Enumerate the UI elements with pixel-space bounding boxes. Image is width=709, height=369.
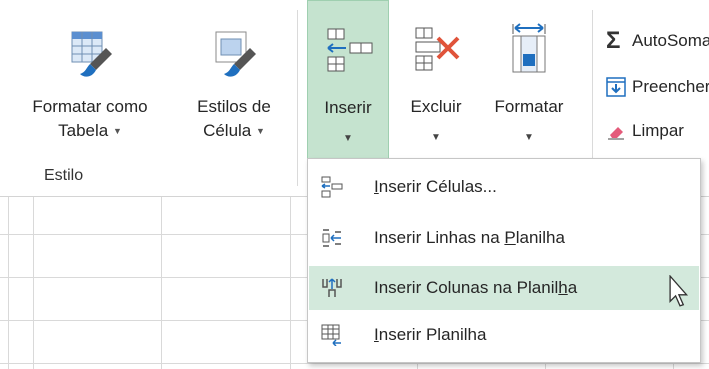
format-as-table-label-1: Formatar como bbox=[32, 97, 148, 116]
insert-label: Inserir bbox=[324, 98, 372, 117]
menu-item-insert-sheet[interactable]: Inserir Planilha bbox=[309, 313, 699, 357]
dropdown-caret-icon: ▼ bbox=[112, 126, 122, 137]
format-as-table-button[interactable]: Formatar como Tabela ▼ bbox=[6, 0, 174, 162]
delete-cells-icon bbox=[415, 27, 460, 71]
cell-styles-label-1: Estilos de bbox=[197, 97, 271, 116]
dropdown-caret-icon: ▼ bbox=[524, 132, 534, 143]
cell-styles-label-2: Célula ▼ bbox=[203, 121, 265, 140]
menu-item-insert-columns[interactable]: Inserir Colunas na Planilha bbox=[309, 266, 699, 310]
insert-button[interactable]: Inserir ▼ bbox=[307, 0, 389, 162]
dropdown-caret-icon: ▼ bbox=[343, 133, 353, 144]
insert-cells-icon bbox=[321, 176, 343, 198]
group-separator bbox=[297, 10, 298, 186]
insert-dropdown-menu: Inserir Células... Inserir Linhas na Pla… bbox=[307, 158, 701, 363]
clear-button[interactable]: Limpar bbox=[606, 117, 684, 145]
menu-item-label: Inserir Colunas na Planilha bbox=[374, 278, 578, 297]
mouse-cursor-icon bbox=[669, 275, 689, 307]
insert-rows-icon bbox=[322, 229, 341, 247]
format-cells-icon bbox=[512, 23, 546, 73]
insert-sheet-icon bbox=[321, 324, 341, 346]
menu-item-label: Inserir Planilha bbox=[374, 325, 487, 344]
delete-button[interactable]: Excluir ▼ bbox=[395, 0, 477, 162]
insert-cells-ribbon-icon bbox=[327, 28, 373, 72]
menu-item-insert-rows[interactable]: Inserir Linhas na Planilha bbox=[309, 216, 699, 260]
format-label: Formatar bbox=[494, 97, 564, 116]
eraser-icon bbox=[608, 127, 624, 140]
sigma-icon: Σ bbox=[606, 27, 621, 54]
autosum-label: AutoSoma bbox=[632, 31, 709, 50]
styles-group-label: Estilo bbox=[44, 167, 84, 184]
fill-down-icon bbox=[606, 77, 626, 97]
dropdown-caret-icon: ▼ bbox=[431, 132, 441, 143]
fill-button[interactable]: Preencher bbox=[606, 73, 709, 101]
format-as-table-label-2: Tabela ▼ bbox=[58, 121, 122, 140]
insert-columns-icon bbox=[322, 278, 342, 297]
format-table-icon bbox=[71, 31, 112, 77]
menu-item-insert-cells[interactable]: Inserir Células... bbox=[309, 165, 699, 209]
dropdown-caret-icon: ▼ bbox=[256, 126, 265, 137]
menu-item-label: Inserir Células... bbox=[374, 177, 497, 196]
fill-label: Preencher bbox=[632, 77, 709, 96]
clear-label: Limpar bbox=[632, 121, 684, 140]
cell-styles-button[interactable]: Estilos de Célula ▼ bbox=[184, 0, 284, 162]
format-button[interactable]: Formatar ▼ bbox=[480, 0, 578, 162]
autosum-button[interactable]: Σ AutoSoma bbox=[606, 27, 709, 55]
menu-item-label: Inserir Linhas na Planilha bbox=[374, 228, 565, 247]
delete-label: Excluir bbox=[410, 97, 462, 116]
cell-styles-icon bbox=[215, 31, 256, 77]
